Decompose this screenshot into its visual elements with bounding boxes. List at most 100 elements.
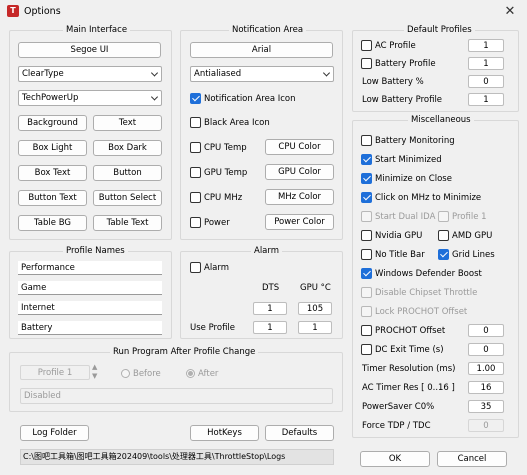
windows-defender-checkbox[interactable] xyxy=(361,268,372,279)
profile-name-input[interactable]: Battery xyxy=(18,321,162,335)
click-mhz-checkbox[interactable] xyxy=(361,192,372,203)
main-interface-group xyxy=(9,30,172,240)
spinner-down-icon: ▼ xyxy=(92,372,98,380)
skin-value: TechPowerUp xyxy=(22,93,79,103)
cpu-color-button[interactable]: CPU Color xyxy=(265,139,334,155)
antialias-select[interactable]: Antialiased xyxy=(190,66,334,82)
dc-exit-checkbox[interactable] xyxy=(361,344,372,355)
dc-exit-label: DC Exit Time (s) xyxy=(375,345,444,355)
cpu-mhz-label: CPU MHz xyxy=(204,193,243,203)
window-title: Options xyxy=(24,6,61,17)
cancel-button[interactable]: Cancel xyxy=(437,451,507,467)
color-button[interactable]: Background xyxy=(18,115,87,131)
color-button[interactable]: Box Text xyxy=(18,165,87,181)
notif-icon-checkbox[interactable] xyxy=(190,93,201,104)
color-button[interactable]: Box Dark xyxy=(93,140,162,156)
minimize-close-checkbox[interactable] xyxy=(361,173,372,184)
default-profiles-title: Default Profiles xyxy=(404,25,475,35)
before-radio xyxy=(121,369,130,378)
profile-name-input[interactable]: Game xyxy=(18,281,162,295)
notification-area-title: Notification Area xyxy=(229,25,307,35)
alarm-dts-value[interactable]: 1 xyxy=(253,302,287,315)
use-profile-gpu-value[interactable]: 1 xyxy=(298,321,332,334)
ac-profile-checkbox[interactable] xyxy=(361,40,372,51)
profile-names-title: Profile Names xyxy=(63,246,128,256)
ac-profile-label: AC Profile xyxy=(375,41,416,51)
run-program-status: Disabled xyxy=(24,391,61,401)
low-battery-pct-value[interactable]: 0 xyxy=(468,75,504,88)
no-title-bar-label: No Title Bar xyxy=(375,250,425,260)
render-mode-select[interactable]: ClearType xyxy=(18,66,162,82)
lock-prochot-checkbox xyxy=(361,306,372,317)
amd-gpu-checkbox[interactable] xyxy=(438,230,449,241)
profile-name-input[interactable]: Performance xyxy=(18,261,162,275)
black-area-checkbox[interactable] xyxy=(190,117,201,128)
close-icon[interactable]: ✕ xyxy=(496,2,524,22)
powersaver-value[interactable]: 35 xyxy=(468,400,504,413)
grid-lines-label: Grid Lines xyxy=(452,250,495,260)
color-button[interactable]: Button Text xyxy=(18,190,87,206)
low-battery-pct-label: Low Battery % xyxy=(362,77,424,87)
low-battery-profile-value[interactable]: 1 xyxy=(468,93,504,106)
render-mode-value: ClearType xyxy=(22,69,64,79)
gpu-temp-checkbox[interactable] xyxy=(190,167,201,178)
ac-timer-value[interactable]: 16 xyxy=(468,381,504,394)
title-bar xyxy=(0,0,527,24)
defaults-button[interactable]: Defaults xyxy=(265,425,334,441)
use-profile-dts-value[interactable]: 1 xyxy=(253,321,287,334)
dts-header: DTS xyxy=(262,283,280,293)
chevron-down-icon xyxy=(150,69,159,77)
battery-profile-value[interactable]: 1 xyxy=(468,57,504,70)
prochot-offset-value[interactable]: 0 xyxy=(468,324,504,337)
profile1-label: Profile 1 xyxy=(452,212,487,222)
cpu-mhz-checkbox[interactable] xyxy=(190,192,201,203)
hotkeys-button[interactable]: HotKeys xyxy=(190,425,259,441)
gpu-color-button[interactable]: GPU Color xyxy=(265,164,334,180)
color-button[interactable]: Button Select xyxy=(93,190,162,206)
timer-res-label: Timer Resolution (ms) xyxy=(362,364,456,374)
disable-chipset-checkbox xyxy=(361,287,372,298)
color-button[interactable]: Text xyxy=(93,115,162,131)
nvidia-gpu-checkbox[interactable] xyxy=(361,230,372,241)
grid-lines-checkbox[interactable] xyxy=(438,249,449,260)
after-label: After xyxy=(198,369,219,379)
cpu-temp-checkbox[interactable] xyxy=(190,142,201,153)
color-button[interactable]: Table Text xyxy=(93,215,162,231)
notif-font-button[interactable]: Arial xyxy=(190,42,333,58)
battery-monitoring-checkbox[interactable] xyxy=(361,135,372,146)
alarm-title: Alarm xyxy=(251,246,283,256)
power-checkbox[interactable] xyxy=(190,217,201,228)
color-button[interactable]: Table BG xyxy=(18,215,87,231)
alarm-label: Alarm xyxy=(204,263,230,273)
start-dual-ida-label: Start Dual IDA xyxy=(375,212,436,222)
color-button[interactable]: Box Light xyxy=(18,140,87,156)
dc-exit-value[interactable]: 0 xyxy=(468,343,504,356)
notification-area-group xyxy=(180,30,343,240)
before-label: Before xyxy=(133,369,161,379)
run-program-path: Disabled xyxy=(20,388,333,404)
amd-gpu-label: AMD GPU xyxy=(452,231,493,241)
chevron-down-icon xyxy=(322,69,331,77)
profile-name-input[interactable]: Internet xyxy=(18,301,162,315)
no-title-bar-checkbox[interactable] xyxy=(361,249,372,260)
ok-button[interactable]: OK xyxy=(360,451,430,467)
profile1-checkbox xyxy=(438,211,449,222)
prochot-offset-label: PROCHOT Offset xyxy=(375,326,446,336)
power-color-button[interactable]: Power Color xyxy=(265,214,334,230)
battery-profile-checkbox[interactable] xyxy=(361,58,372,69)
timer-res-value[interactable]: 1.00 xyxy=(468,362,504,375)
mhz-color-button[interactable]: MHz Color xyxy=(265,189,334,205)
alarm-gpu-value[interactable]: 105 xyxy=(298,302,332,315)
main-interface-title: Main Interface xyxy=(63,25,131,35)
click-mhz-label: Click on MHz to Minimize xyxy=(375,193,482,203)
force-tdp-value: 0 xyxy=(468,419,504,432)
alarm-checkbox[interactable] xyxy=(190,262,201,273)
start-minimized-checkbox[interactable] xyxy=(361,154,372,165)
main-font-button[interactable]: Segoe UI xyxy=(18,42,161,58)
skin-select[interactable]: TechPowerUp xyxy=(18,90,162,106)
battery-profile-label: Battery Profile xyxy=(375,59,436,69)
color-button[interactable]: Button xyxy=(93,165,162,181)
prochot-offset-checkbox[interactable] xyxy=(361,325,372,336)
log-folder-button[interactable]: Log Folder xyxy=(20,425,89,441)
ac-profile-value[interactable]: 1 xyxy=(468,39,504,52)
